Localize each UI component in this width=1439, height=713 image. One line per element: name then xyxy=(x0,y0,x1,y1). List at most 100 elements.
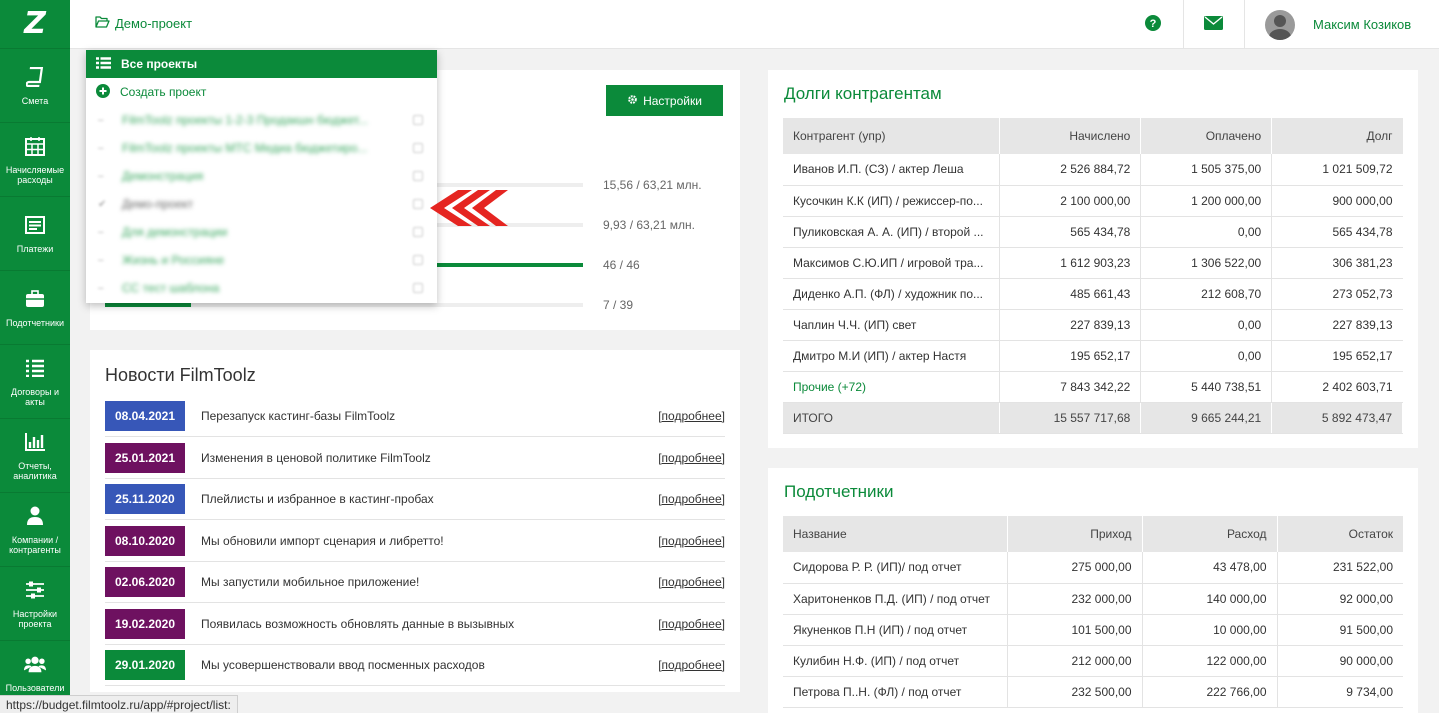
table-row[interactable]: Пуликовская А. А. (ИП) / второй ... 565 4… xyxy=(783,216,1403,248)
edit-icon[interactable] xyxy=(413,143,423,153)
edit-icon[interactable] xyxy=(413,199,423,209)
table-cell: 195 652,17 xyxy=(999,340,1142,372)
table-row[interactable]: Якуненков П.Н (ИП) / под отчет 101 500,00… xyxy=(783,614,1403,646)
table-row[interactable]: Чаплин Ч.Ч. (ИП) свет 227 839,13 0,00 227 8… xyxy=(783,309,1403,341)
list-icon xyxy=(24,357,46,379)
table-cell: 227 839,13 xyxy=(1271,309,1403,341)
sidebar-item-payments[interactable]: Платежи xyxy=(0,197,70,271)
sidebar-item-label: Платежи xyxy=(16,243,54,254)
table-row[interactable]: Петрова П..Н. (ФЛ) / под отчет 232 500,00… xyxy=(783,676,1403,708)
sidebar-item-companies[interactable]: Компании / контрагенты xyxy=(0,493,70,567)
help-button[interactable]: ? xyxy=(1123,0,1183,49)
settings-label: Настройки xyxy=(643,93,702,108)
folder-open-icon xyxy=(95,16,110,31)
column-header[interactable]: Оплачено xyxy=(1140,118,1273,154)
sidebar-item-project-settings[interactable]: Настройки проекта xyxy=(0,567,70,641)
briefcase-icon xyxy=(24,288,46,310)
table-row[interactable]: Харитоненков П.Д. (ИП) / под отчет 232 00… xyxy=(783,583,1403,615)
create-project-item[interactable]: Создать проект xyxy=(86,78,437,106)
table-cell: 565 434,78 xyxy=(999,216,1142,248)
news-more-link[interactable]: подробнее xyxy=(658,658,725,672)
project-list-item[interactable]: – FilmToolz проекты 1-2-3 Продакшн бюджет… xyxy=(86,106,437,134)
table-row[interactable]: Кулибин Н.Ф. (ИП) / под отчет 212 000,00 1… xyxy=(783,645,1403,677)
project-list-item[interactable]: – FilmToolz проекты МТС Медиа бюджетиро..… xyxy=(86,134,437,162)
table-row[interactable]: Прочие (+72) 7 843 342,22 5 440 738,51 2 40… xyxy=(783,371,1403,403)
check-icon: – xyxy=(98,282,104,294)
news-more-link[interactable]: подробнее xyxy=(658,617,725,631)
sidebar-item-reports[interactable]: Отчеты, аналитика xyxy=(0,419,70,493)
messages-button[interactable] xyxy=(1183,0,1243,49)
column-header[interactable]: Начислено xyxy=(999,118,1142,154)
sidebar-item-estimate[interactable]: Смета xyxy=(0,49,70,123)
logo[interactable]: Z xyxy=(0,0,70,49)
table-row[interactable]: Сидорова Р. Р. (ИП)/ под отчет 275 000,00… xyxy=(783,552,1403,584)
sidebar-item-accountables[interactable]: Подотчетники xyxy=(0,271,70,345)
table-cell: 232 000,00 xyxy=(1007,583,1143,615)
sidebar-item-label: Договоры и акты xyxy=(11,386,59,407)
table-cell: Кулибин Н.Ф. (ИП) / под отчет xyxy=(783,645,1008,677)
edit-icon[interactable] xyxy=(413,171,423,181)
edit-icon[interactable] xyxy=(413,255,423,265)
table-row[interactable]: Диденко А.П. (ФЛ) / художник по... 485 66… xyxy=(783,278,1403,310)
project-switcher[interactable]: Демо-проект xyxy=(95,16,192,31)
sidebar-item-label: Отчеты, аналитика xyxy=(13,460,57,481)
project-list-item[interactable]: – Жизнь и Россияне xyxy=(86,246,437,274)
table-cell: 1 306 522,00 xyxy=(1140,247,1273,279)
column-header[interactable]: Остаток xyxy=(1277,516,1403,552)
user-name: Максим Козиков xyxy=(1313,17,1412,32)
edit-icon[interactable] xyxy=(413,227,423,237)
edit-icon[interactable] xyxy=(413,283,423,293)
project-list-name: Демо-проект xyxy=(122,197,194,211)
column-header[interactable]: Контрагент (упр) xyxy=(783,118,1001,154)
payments-icon xyxy=(24,214,46,236)
news-item: 08.10.2020 Мы обновили импорт сценария и … xyxy=(105,521,725,562)
news-more-link[interactable]: подробнее xyxy=(658,409,725,423)
all-projects-item[interactable]: Все проекты xyxy=(86,50,437,78)
check-icon: – xyxy=(98,142,104,154)
user-icon xyxy=(24,505,46,527)
debts-panel: Долги контрагентам Контрагент (упр) Начи… xyxy=(768,70,1418,448)
project-list-item[interactable]: – Для демонстрации xyxy=(86,218,437,246)
sidebar-item-contracts[interactable]: Договоры и акты xyxy=(0,345,70,419)
column-header[interactable]: Название xyxy=(783,516,1008,552)
sidebar-item-accrued[interactable]: Начисляемые расходы xyxy=(0,123,70,197)
progress-value: 7 / 39 xyxy=(603,298,634,312)
column-header[interactable]: Приход xyxy=(1007,516,1143,552)
table-row[interactable]: Иванов И.П. (СЗ) / актер Леша 2 526 884,7… xyxy=(783,154,1403,186)
sidebar-item-label: Подотчетники xyxy=(6,317,64,328)
table-cell: 2 526 884,72 xyxy=(999,154,1142,186)
project-list-item[interactable]: – Демонстрация xyxy=(86,162,437,190)
news-date-badge: 08.04.2021 xyxy=(105,401,185,431)
table-cell: Диденко А.П. (ФЛ) / художник по... xyxy=(783,278,1001,310)
news-more-link[interactable]: подробнее xyxy=(658,534,725,548)
news-text: Мы усовершенствовали ввод посменных расх… xyxy=(201,658,485,672)
gear-icon xyxy=(627,94,638,108)
news-text: Изменения в ценовой политике FilmToolz xyxy=(201,450,431,465)
settings-button[interactable]: Настройки xyxy=(606,85,723,116)
sidebar-item-label: Настройки проекта xyxy=(12,608,58,629)
table-row[interactable]: Кусочкин К.К (ИП) / режиссер-по... 2 100 … xyxy=(783,185,1403,217)
user-menu[interactable]: Максим Козиков xyxy=(1244,0,1439,49)
news-more-link[interactable]: подробнее xyxy=(658,451,725,465)
table-cell: 232 500,00 xyxy=(1007,676,1143,708)
accountables-panel: Подотчетники Название Приход Расход Оста… xyxy=(768,468,1418,713)
table-cell: 140 000,00 xyxy=(1142,583,1278,615)
news-more-link[interactable]: подробнее xyxy=(658,575,725,589)
table-cell: Дмитро М.И (ИП) / актер Настя xyxy=(783,340,1001,372)
table-row[interactable]: Дмитро М.И (ИП) / актер Настя 195 652,17 0… xyxy=(783,340,1403,372)
table-cell: ИТОГО xyxy=(783,402,1001,434)
news-more-link[interactable]: подробнее xyxy=(658,492,725,506)
column-header[interactable]: Расход xyxy=(1142,516,1278,552)
table-cell: 485 661,43 xyxy=(999,278,1142,310)
table-cell: 5 892 473,47 xyxy=(1271,402,1403,434)
project-list-item[interactable]: – СС тест шаблона xyxy=(86,274,437,302)
project-list-name: СС тест шаблона xyxy=(122,281,220,295)
table-row[interactable]: ИТОГО 15 557 717,68 9 665 244,21 5 892 473,… xyxy=(783,402,1403,434)
edit-icon[interactable] xyxy=(413,115,423,125)
project-list-item[interactable]: ✔ Демо-проект xyxy=(86,190,437,218)
progress-value: 9,93 / 63,21 млн. xyxy=(603,218,695,232)
table-cell: Максимов С.Ю.ИП / игровой тра... xyxy=(783,247,1001,279)
table-row[interactable]: Максимов С.Ю.ИП / игровой тра... 1 612 90… xyxy=(783,247,1403,279)
column-header[interactable]: Долг xyxy=(1271,118,1403,154)
check-icon: – xyxy=(98,170,104,182)
